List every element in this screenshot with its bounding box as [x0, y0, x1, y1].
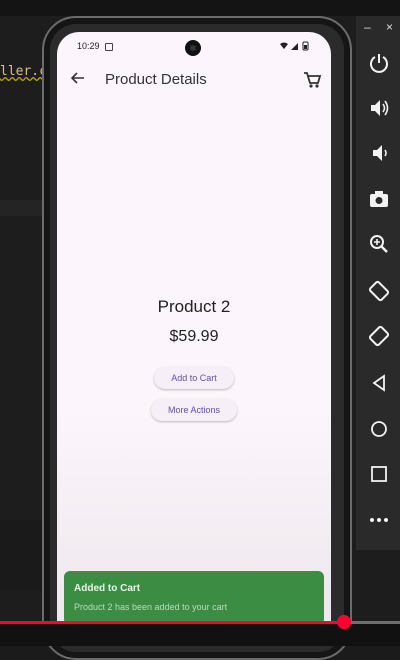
code-line: ller.c	[0, 64, 47, 79]
home-icon[interactable]	[366, 418, 392, 444]
page-title: Product Details	[105, 71, 207, 88]
volume-down-icon[interactable]	[366, 142, 392, 168]
product-price: $59.99	[169, 328, 219, 345]
status-icons	[279, 41, 313, 53]
rotate-left-icon[interactable]	[366, 280, 392, 306]
camera-icon[interactable]	[366, 188, 392, 214]
back-icon[interactable]	[366, 372, 392, 398]
minimize-button[interactable]: –	[364, 20, 371, 34]
more-actions-button[interactable]: More Actions	[151, 399, 237, 421]
app-bar: Product Details	[57, 64, 331, 96]
rotate-right-icon[interactable]	[366, 325, 392, 351]
status-time: 10:29	[77, 41, 100, 51]
close-button[interactable]: ×	[386, 20, 393, 34]
volume-up-icon[interactable]	[366, 97, 392, 123]
overview-icon[interactable]	[366, 463, 392, 489]
power-icon[interactable]	[366, 52, 392, 78]
snackbar-title: Added to Cart	[74, 583, 141, 594]
more-icon[interactable]	[366, 509, 392, 535]
added-to-cart-snackbar: Added to Cart Product 2 has been added t…	[64, 571, 324, 625]
shopping-cart-icon[interactable]	[301, 69, 323, 91]
editor-tab-strip	[0, 0, 400, 16]
add-to-cart-button[interactable]: Add to Cart	[154, 367, 234, 389]
emulator-window-controls: – ×	[356, 16, 400, 40]
back-arrow-icon[interactable]	[67, 69, 89, 91]
device-screen: 10:29 Product Details Product 2 $59.99 A…	[57, 32, 331, 642]
product-name: Product 2	[157, 297, 231, 316]
video-progress-fill	[0, 621, 344, 624]
video-scrubber-handle[interactable]	[337, 615, 351, 629]
back-arrow-icon-glyph	[70, 72, 84, 84]
snackbar-message: Product 2 has been added to your cart	[74, 602, 228, 612]
status-bar: 10:29	[57, 32, 331, 60]
notification-icon	[105, 43, 113, 51]
shopping-cart-icon-glyph	[304, 72, 322, 88]
signal-wifi-battery-icon	[280, 41, 309, 51]
front-camera	[185, 40, 201, 56]
zoom-in-icon[interactable]	[366, 233, 392, 259]
